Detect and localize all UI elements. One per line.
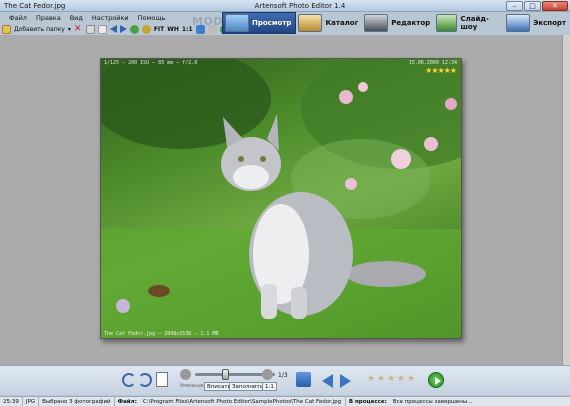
add-folder-button[interactable]: Добавить папку [14,26,65,33]
delete-icon[interactable]: ✕ [74,24,83,34]
title-bar: The Cat Fedor.jpg Artensoft Photo Editor… [0,0,570,12]
photo-file-caption: The Cat Fedor.jpg — 2048x1536 — 1.1 MB [104,331,219,337]
cat-photo-image [101,59,461,338]
rating-star-icon[interactable]: ★ [377,375,385,384]
status-time: 25:39 [0,396,23,406]
maximize-button[interactable]: □ [524,1,541,11]
actual-size-button-bottom[interactable]: 1:1 [262,382,277,391]
vertical-scrollbar[interactable] [562,35,570,365]
main-photo[interactable]: 1/125 — 200 ISO — 85 mm — f/2.8 15.06.20… [100,58,462,339]
status-file-path: C:\Program Files\Artensoft Photo Editor\… [140,396,346,406]
add-folder-icon[interactable] [2,24,11,34]
bottom-control-bar [0,365,570,395]
fill-button-bottom[interactable]: Заполнить [229,382,266,391]
photo-icon [225,14,249,32]
menu-view[interactable]: Вид [70,14,83,22]
mode-editor-label: Редактор [391,19,431,27]
document-title: The Cat Fedor.jpg [4,1,66,10]
rating-star-icon[interactable]: ★ [367,375,375,384]
rotate-right-icon[interactable] [138,373,152,387]
zoom-in-icon[interactable] [129,24,139,34]
status-progress-text: Все процессы завершены... [392,398,473,405]
mode-view-button[interactable]: Просмотр [222,12,297,34]
mode-view-label: Просмотр [252,19,292,27]
rating-star-icon[interactable]: ★ [407,375,415,384]
menu-bar: Файл Правка Вид Настройки Помощь [0,12,190,23]
rotate-left-icon[interactable] [122,373,136,387]
zoom-fraction: 1/3 [278,372,288,379]
add-folder-dropdown[interactable]: ▾ [68,26,71,33]
close-button[interactable]: ✕ [542,1,568,11]
mode-switcher: Просмотр Каталог Редактор Слайд-шоу Эксп… [222,12,570,34]
previous-photo-icon[interactable] [322,374,333,388]
rating-stars[interactable]: ★★★★★ [425,66,457,75]
rating-star-icon[interactable]: ★ [397,375,405,384]
mode-slideshow-label: Слайд-шоу [460,15,489,31]
properties-icon[interactable] [97,24,107,34]
menu-edit[interactable]: Правка [36,14,61,22]
minimize-button[interactable]: – [506,1,523,11]
mode-export-label: Экспорт [533,19,566,27]
status-file-label: Файл: [117,398,137,405]
fullscreen-bottom-icon[interactable] [296,372,311,387]
zoom-out-icon[interactable] [141,24,151,34]
catalog-icon [298,14,323,32]
play-slideshow-icon[interactable] [428,372,444,388]
status-format: JPG [23,396,40,406]
editor-icon [364,14,389,32]
next-photo-icon[interactable] [340,374,351,388]
mode-slideshow-button[interactable]: Слайд-шоу [434,12,504,34]
zoom-slider-thumb[interactable] [222,369,229,380]
mode-export-button[interactable]: Экспорт [504,12,570,34]
width-height-button[interactable]: WH [167,26,179,33]
back-icon[interactable] [109,25,117,33]
menu-help[interactable]: Помощь [138,14,166,22]
copy-icon[interactable] [85,24,95,34]
status-bar: 25:39 JPG Выбрано 3 фотографий Файл: C:\… [0,396,570,406]
menu-settings[interactable]: Настройки [92,14,129,22]
fit-button[interactable]: FIT [154,26,164,33]
window-controls: – □ ✕ [506,1,568,11]
zoom-out-circle-icon[interactable] [180,369,191,380]
slideshow-icon [436,14,458,32]
star-icon[interactable]: ★ [450,66,457,75]
photo-exif-caption: 1/125 — 200 ISO — 85 mm — f/2.8 [104,60,198,66]
forward-icon[interactable] [119,25,127,33]
export-icon [506,14,531,32]
status-progress-label: В процессе: [348,398,387,405]
rating-star-icon[interactable]: ★ [387,375,395,384]
mode-catalog-button[interactable]: Каталог [296,12,362,34]
page-icon[interactable] [156,372,168,387]
zoom-in-circle-icon[interactable] [262,369,273,380]
menu-file[interactable]: Файл [9,14,27,22]
mode-editor-button[interactable]: Редактор [362,12,434,34]
mode-catalog-label: Каталог [325,19,359,27]
app-title: Artensoft Photo Editor 1.4 [254,1,346,10]
status-selected: Выбрано 3 фотографий [39,396,115,406]
